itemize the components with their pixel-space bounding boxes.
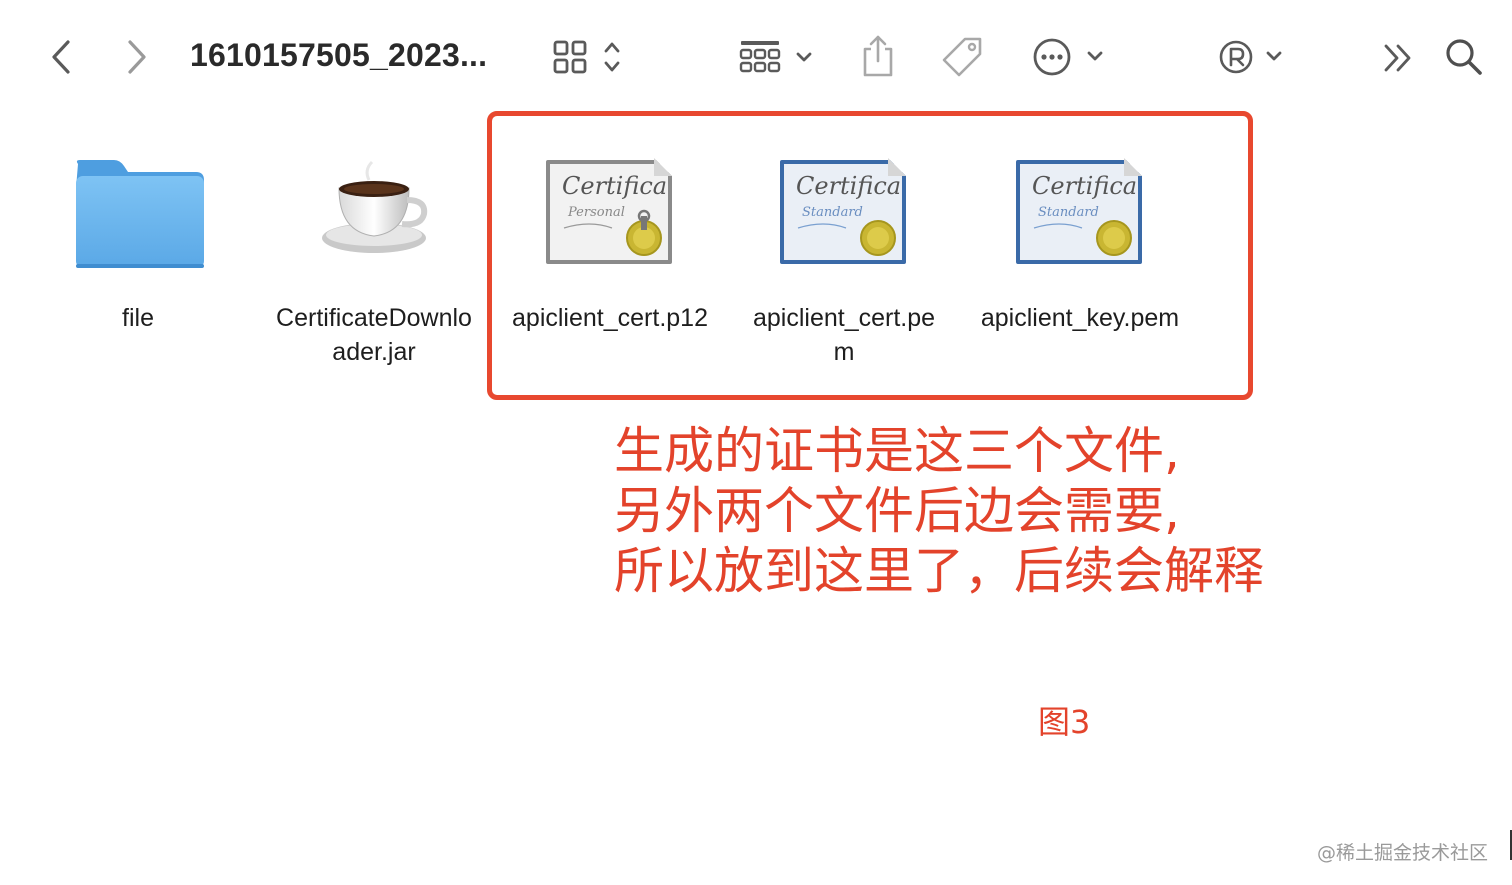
window-title: 1610157505_2023... bbox=[190, 37, 488, 73]
share-icon bbox=[863, 35, 893, 77]
search-button[interactable] bbox=[1442, 36, 1486, 78]
annotation-line: 生成的证书是这三个文件, bbox=[614, 422, 1180, 480]
chevron-right-icon bbox=[128, 40, 146, 74]
forward-button[interactable] bbox=[120, 36, 154, 78]
watermark: @稀土掘金技术社区 bbox=[1316, 842, 1488, 864]
annotation-note: 生成的证书是这三个文件, 另外两个文件后边会需要, 所以放到这里了，后续会解释 bbox=[614, 421, 1264, 601]
java-coffee-cup-icon bbox=[322, 160, 428, 253]
chevron-double-right-icon bbox=[1384, 44, 1411, 72]
back-button[interactable] bbox=[44, 36, 78, 78]
annotation-line: 另外两个文件后边会需要, bbox=[614, 482, 1180, 540]
figure-label: 图3 bbox=[1038, 703, 1091, 741]
group-by-icon bbox=[739, 41, 812, 73]
icon-grid-view-icon bbox=[553, 40, 620, 74]
finder-toolbar: 1610157505_2023... bbox=[0, 0, 1512, 112]
ellipsis-circle-icon bbox=[1033, 38, 1103, 76]
file-label: CertificateDownlo ader.jar bbox=[276, 304, 472, 366]
view-mode-button[interactable] bbox=[548, 36, 630, 78]
file-label: file bbox=[122, 304, 154, 332]
toolbar-overflow-button[interactable] bbox=[1378, 38, 1418, 78]
annotation-line: 所以放到这里了，后续会解释 bbox=[614, 542, 1264, 600]
highlight-box bbox=[487, 111, 1253, 400]
tag-icon bbox=[942, 37, 982, 77]
search-icon bbox=[1446, 39, 1482, 75]
registered-extension-button[interactable] bbox=[1216, 36, 1288, 78]
registered-icon bbox=[1219, 40, 1282, 74]
more-actions-button[interactable] bbox=[1030, 34, 1110, 80]
tag-button[interactable] bbox=[938, 34, 986, 80]
share-button[interactable] bbox=[856, 32, 900, 80]
chevron-left-icon bbox=[52, 40, 70, 74]
folder-icon bbox=[76, 160, 204, 268]
group-by-button[interactable] bbox=[736, 36, 818, 78]
